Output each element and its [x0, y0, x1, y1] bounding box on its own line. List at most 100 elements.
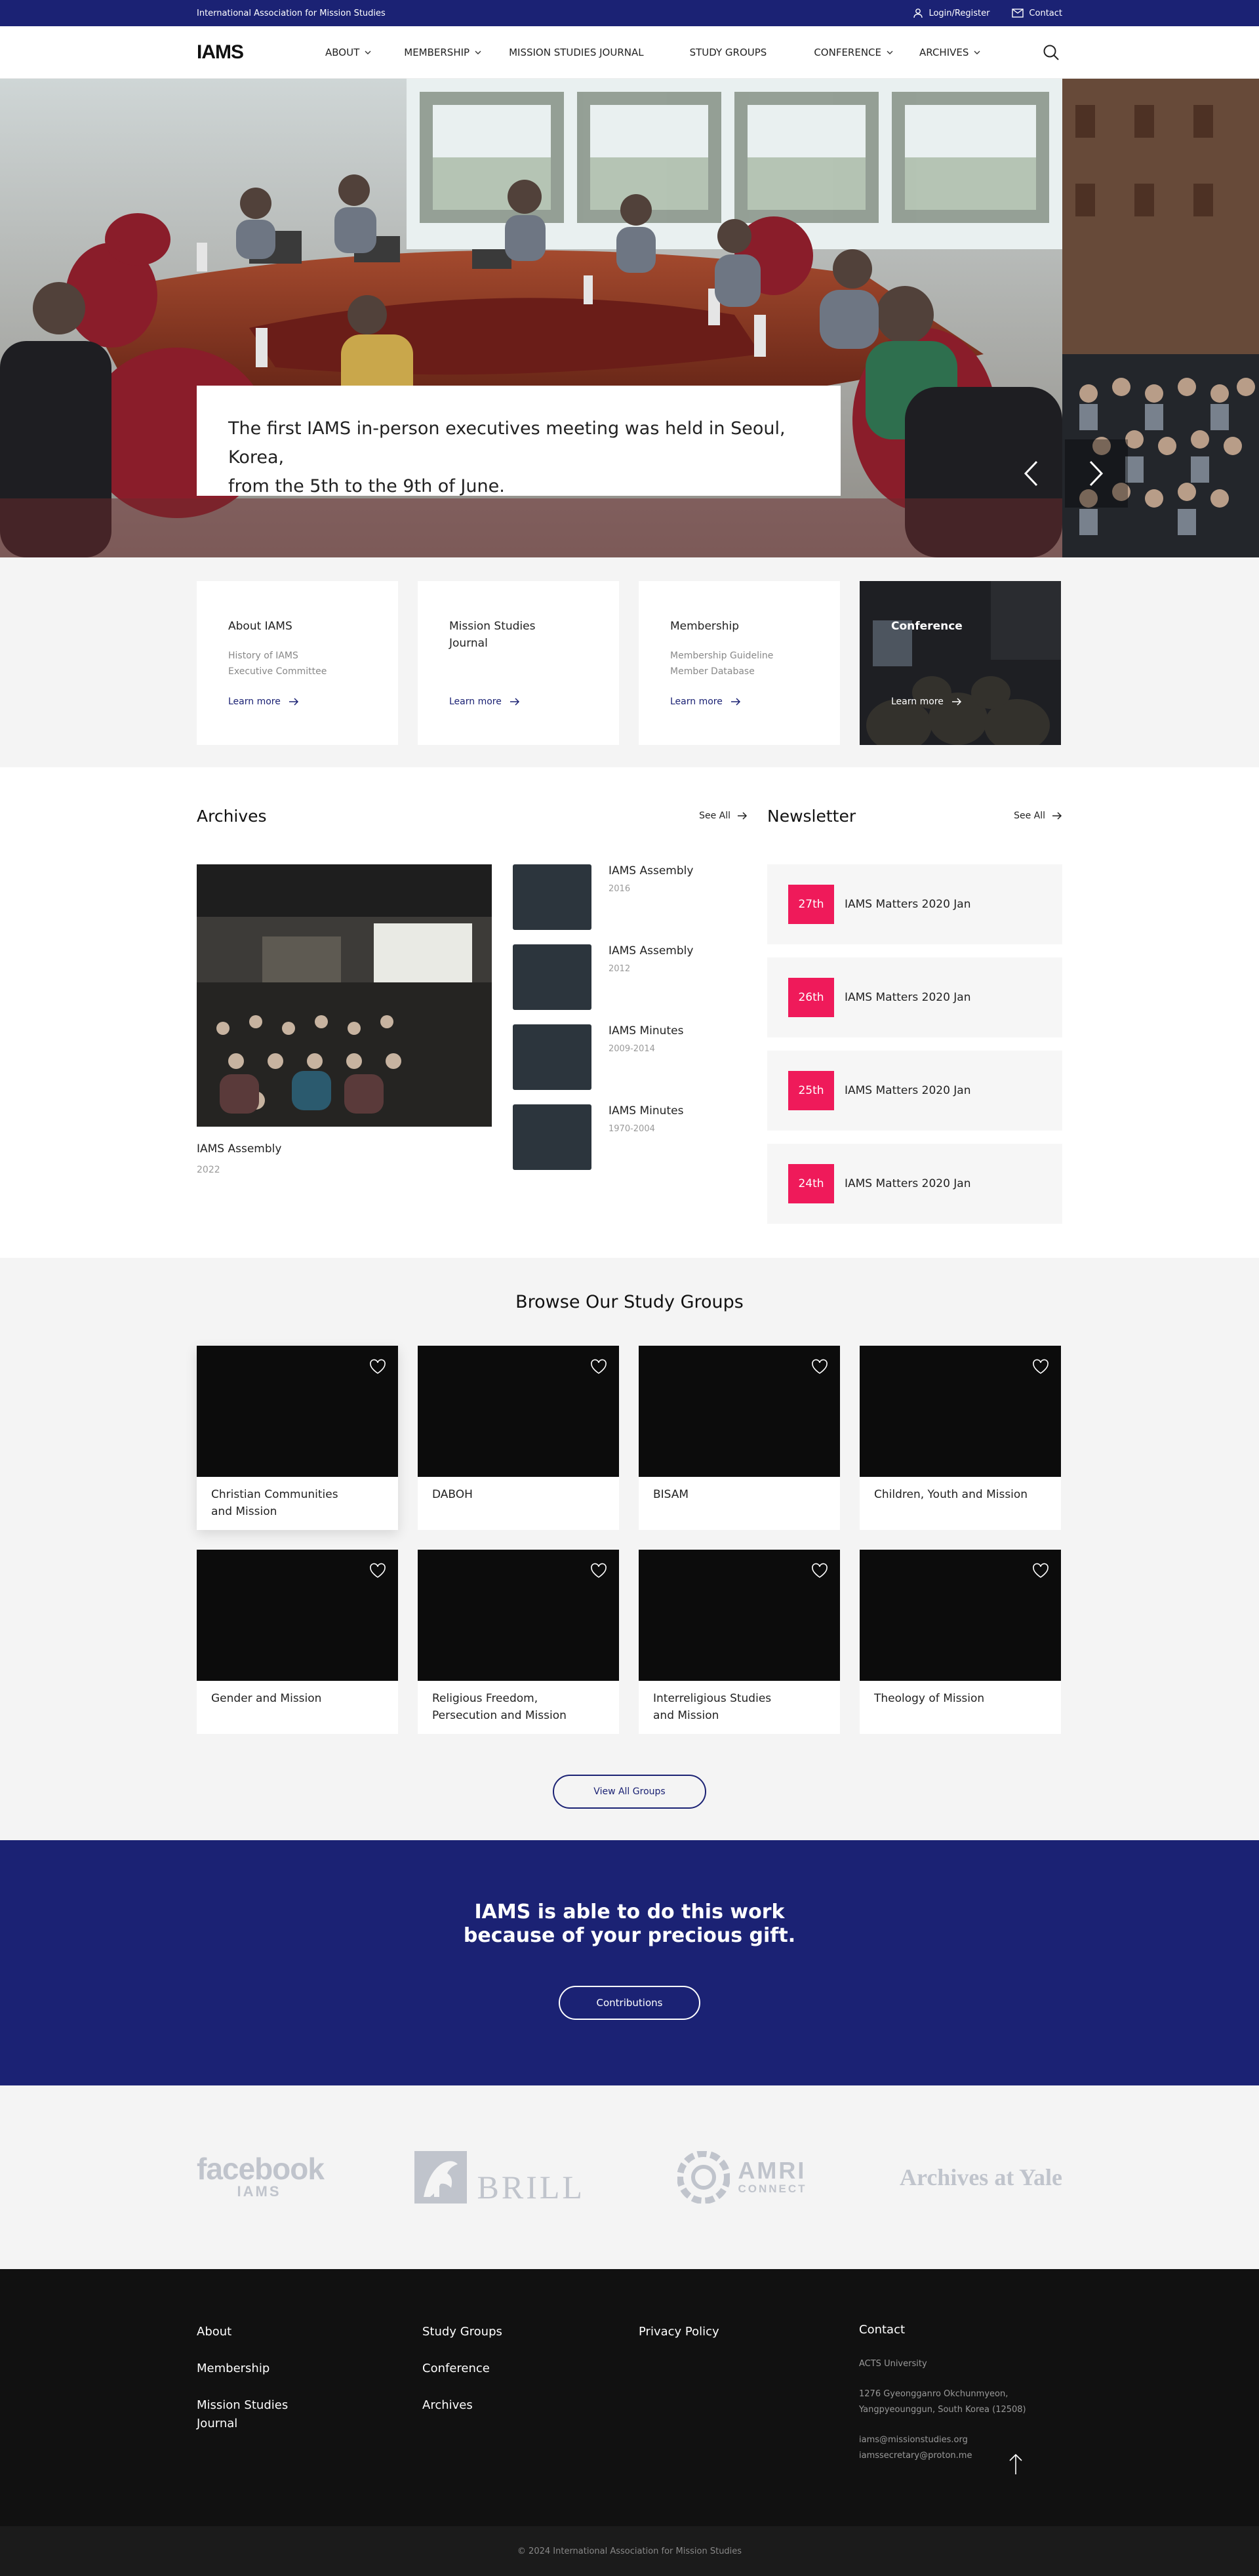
quick-card-sub-item[interactable]: Member Database: [670, 664, 809, 679]
heart-icon[interactable]: [369, 1563, 386, 1579]
footer-link-membership[interactable]: Membership: [197, 2360, 422, 2378]
hero-next-button[interactable]: [1065, 439, 1128, 508]
footer-link-journal[interactable]: Mission Studies Journal: [197, 2396, 295, 2433]
archives-heading: Archives: [197, 806, 267, 826]
facebook-iams-logo[interactable]: facebook IAMS: [197, 2154, 325, 2200]
newsletter-list: 27th IAMS Matters 2020 Jan 26th IAMS Mat…: [767, 864, 1062, 1224]
footer-col-2: Study Groups Conference Archives: [422, 2323, 639, 2464]
newsletter-item[interactable]: 25th IAMS Matters 2020 Jan: [767, 1051, 1062, 1131]
archive-item[interactable]: IAMS Minutes 2009-2014: [513, 1024, 693, 1090]
footer-link-archives[interactable]: Archives: [422, 2396, 639, 2415]
study-group-name-line1: Religious Freedom,: [432, 1692, 538, 1705]
archive-thumbnail[interactable]: [513, 1104, 591, 1170]
archive-item[interactable]: IAMS Minutes 1970-2004: [513, 1104, 693, 1170]
archive-thumbnail[interactable]: [513, 864, 591, 930]
heart-icon[interactable]: [590, 1563, 607, 1579]
quick-card-sub-item[interactable]: Membership Guideline: [670, 648, 809, 664]
heart-icon[interactable]: [590, 1359, 607, 1375]
heart-icon[interactable]: [1032, 1359, 1049, 1375]
newsletter-item[interactable]: 24th IAMS Matters 2020 Jan: [767, 1144, 1062, 1224]
archive-item[interactable]: IAMS Assembly 2012: [513, 944, 693, 1010]
quick-card-membership[interactable]: Membership Membership Guideline Member D…: [639, 581, 840, 745]
footer-link-conference[interactable]: Conference: [422, 2360, 639, 2378]
study-group-image[interactable]: [860, 1550, 1061, 1681]
learn-more-link[interactable]: Learn more: [449, 696, 520, 707]
nav-journal-label: MISSION STUDIES JOURNAL: [509, 47, 644, 58]
newsletter-see-all-link[interactable]: See All: [1014, 811, 1062, 821]
study-group-label: Theology of Mission: [860, 1681, 1061, 1716]
footer-contact-email-1[interactable]: iams@missionstudies.org: [859, 2432, 1026, 2448]
nav-conference-label: CONFERENCE: [814, 47, 882, 58]
study-group-card[interactable]: Theology of Mission: [860, 1550, 1061, 1734]
archive-item[interactable]: IAMS Assembly 2016: [513, 864, 693, 930]
quick-card-journal[interactable]: Mission Studies Journal Learn more: [418, 581, 619, 745]
amri-logo-text: AMRI: [738, 2157, 807, 2184]
contact-link[interactable]: Contact: [1012, 9, 1062, 18]
brill-logo[interactable]: BRILL: [414, 2151, 585, 2204]
study-group-image[interactable]: [197, 1550, 398, 1681]
archive-item-year: 1970-2004: [609, 1124, 655, 1134]
study-group-card[interactable]: Religious Freedom, Persecution and Missio…: [418, 1550, 619, 1734]
quick-card-about[interactable]: About IAMS History of IAMS Executive Com…: [197, 581, 398, 745]
newsletter-item[interactable]: 27th IAMS Matters 2020 Jan: [767, 864, 1062, 944]
site-logo[interactable]: IAMS: [197, 41, 325, 64]
site-footer: About Membership Mission Studies Journal…: [0, 2269, 1259, 2526]
footer-link-study-groups[interactable]: Study Groups: [422, 2323, 639, 2341]
archive-item-title: IAMS Assembly: [609, 944, 694, 957]
search-button[interactable]: [1040, 41, 1062, 64]
archive-thumbnail[interactable]: [513, 1024, 591, 1090]
arrow-right-icon: [730, 698, 740, 706]
study-group-card[interactable]: Interreligious Studies and Mission: [639, 1550, 840, 1734]
nav-conference[interactable]: CONFERENCE: [814, 47, 893, 58]
quick-card-conference[interactable]: Conference Learn more: [860, 581, 1061, 745]
study-group-image[interactable]: [639, 1550, 840, 1681]
footer-link-about[interactable]: About: [197, 2323, 422, 2341]
archives-see-all-link[interactable]: See All: [699, 811, 748, 821]
assembly-photo-illustration: [197, 864, 492, 1127]
quick-card-sub-item[interactable]: History of IAMS: [228, 648, 367, 664]
nav-about[interactable]: ABOUT: [325, 47, 371, 58]
contributions-button[interactable]: Contributions: [559, 1986, 700, 2020]
study-group-name-line1: Theology of Mission: [874, 1692, 985, 1705]
study-group-card[interactable]: Children, Youth and Mission: [860, 1346, 1061, 1530]
archive-featured-title[interactable]: IAMS Assembly: [197, 1142, 492, 1156]
footer-contact-email-2[interactable]: iamssecretary@proton.me: [859, 2448, 1026, 2464]
study-group-card[interactable]: BISAM: [639, 1346, 840, 1530]
study-group-image[interactable]: [418, 1346, 619, 1477]
learn-more-link[interactable]: Learn more: [891, 696, 962, 707]
learn-more-link[interactable]: Learn more: [670, 696, 741, 707]
learn-more-label: Learn more: [891, 696, 944, 707]
hero-prev-button[interactable]: [999, 439, 1062, 508]
amri-connect-logo[interactable]: AMRI CONNECT: [677, 2151, 807, 2204]
login-register-link[interactable]: Login/Register: [913, 8, 989, 18]
archive-thumbnail[interactable]: [513, 944, 591, 1010]
contact-label: Contact: [1029, 8, 1062, 18]
archive-featured[interactable]: IAMS Assembly 2022: [197, 864, 492, 1175]
quick-card-sub-item[interactable]: Executive Committee: [228, 664, 367, 679]
study-group-image[interactable]: [197, 1346, 398, 1477]
heart-icon[interactable]: [811, 1563, 828, 1579]
arrow-right-icon: [738, 812, 748, 820]
archive-featured-image[interactable]: [197, 864, 492, 1127]
view-all-groups-button[interactable]: View All Groups: [553, 1775, 706, 1809]
heart-icon[interactable]: [811, 1359, 828, 1375]
nav-mission-studies-journal[interactable]: MISSION STUDIES JOURNAL: [509, 47, 644, 58]
study-group-image[interactable]: [639, 1346, 840, 1477]
study-group-image[interactable]: [418, 1550, 619, 1681]
back-to-top-button[interactable]: [1006, 2451, 1026, 2477]
newsletter-item[interactable]: 26th IAMS Matters 2020 Jan: [767, 957, 1062, 1037]
nav-archives[interactable]: ARCHIVES: [919, 47, 980, 58]
hero-caption-line1: The first IAMS in-person executives meet…: [228, 418, 786, 468]
study-group-image[interactable]: [860, 1346, 1061, 1477]
learn-more-link[interactable]: Learn more: [228, 696, 299, 707]
study-group-card[interactable]: Christian Communities and Mission: [197, 1346, 398, 1530]
heart-icon[interactable]: [1032, 1563, 1049, 1579]
nav-membership[interactable]: MEMBERSHIP: [404, 47, 481, 58]
footer-link-privacy-policy[interactable]: Privacy Policy: [639, 2323, 859, 2341]
study-group-card[interactable]: DABOH: [418, 1346, 619, 1530]
study-group-card[interactable]: Gender and Mission: [197, 1550, 398, 1734]
nav-study-groups[interactable]: STUDY GROUPS: [690, 47, 767, 58]
heart-icon[interactable]: [369, 1359, 386, 1375]
archives-at-yale-logo[interactable]: Archives at Yale: [900, 2163, 1062, 2191]
newsletter-column: Newsletter See All 27th IAMS Matters 202…: [767, 804, 1062, 1224]
